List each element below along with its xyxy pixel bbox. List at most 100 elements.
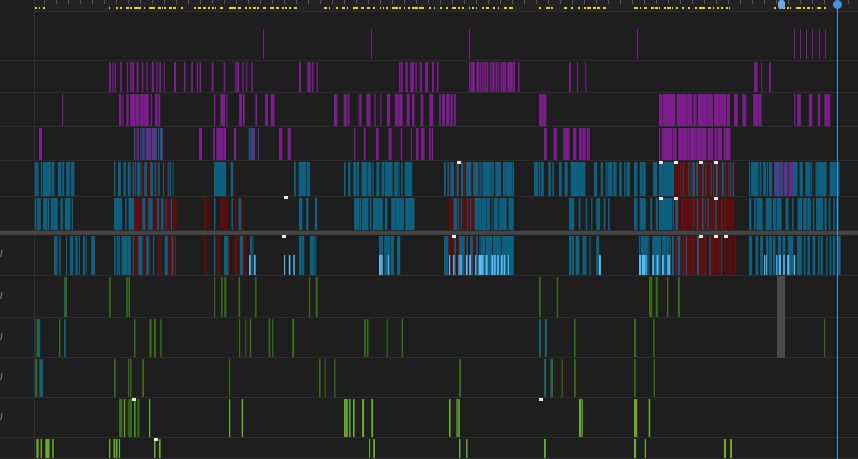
highlight-mark[interactable] bbox=[714, 197, 718, 200]
event-mark[interactable] bbox=[374, 94, 376, 126]
event-mark[interactable] bbox=[488, 198, 490, 230]
event-mark[interactable] bbox=[208, 198, 211, 230]
event-mark[interactable] bbox=[126, 277, 128, 317]
event-mark[interactable] bbox=[686, 236, 690, 275]
highlight-mark[interactable] bbox=[452, 235, 456, 238]
event-mark[interactable] bbox=[648, 236, 650, 275]
event-mark[interactable] bbox=[85, 236, 87, 275]
event-mark[interactable] bbox=[634, 439, 637, 458]
event-mark[interactable] bbox=[774, 162, 776, 196]
event-mark[interactable] bbox=[800, 198, 802, 230]
event-mark[interactable] bbox=[415, 128, 419, 160]
event-mark[interactable] bbox=[760, 236, 763, 275]
event-mark[interactable] bbox=[39, 359, 42, 397]
event-mark[interactable] bbox=[494, 62, 496, 92]
event-mark[interactable] bbox=[649, 277, 651, 317]
event-mark[interactable] bbox=[231, 198, 234, 230]
event-mark[interactable] bbox=[353, 399, 355, 437]
event-mark[interactable] bbox=[65, 277, 67, 317]
event-mark[interactable] bbox=[254, 255, 256, 275]
event-mark[interactable] bbox=[453, 255, 455, 275]
event-mark[interactable] bbox=[479, 198, 482, 230]
event-mark[interactable] bbox=[334, 94, 338, 126]
event-mark[interactable] bbox=[665, 236, 667, 275]
event-mark[interactable] bbox=[772, 236, 776, 275]
event-mark[interactable] bbox=[214, 94, 216, 126]
event-mark[interactable] bbox=[483, 198, 487, 230]
event-mark[interactable] bbox=[497, 255, 499, 275]
event-mark[interactable] bbox=[469, 255, 471, 275]
event-mark[interactable] bbox=[576, 62, 579, 92]
event-mark[interactable] bbox=[450, 94, 453, 126]
event-mark[interactable] bbox=[471, 162, 474, 196]
event-mark[interactable] bbox=[272, 319, 274, 357]
event-mark[interactable] bbox=[44, 162, 48, 196]
event-mark[interactable] bbox=[64, 319, 66, 357]
event-mark[interactable] bbox=[793, 255, 796, 275]
event-mark[interactable] bbox=[807, 198, 811, 230]
event-mark[interactable] bbox=[725, 198, 730, 230]
event-mark[interactable] bbox=[585, 198, 588, 230]
event-mark[interactable] bbox=[637, 29, 638, 59]
event-mark[interactable] bbox=[570, 198, 575, 230]
event-mark[interactable] bbox=[431, 128, 434, 160]
event-mark[interactable] bbox=[353, 162, 357, 196]
event-mark[interactable] bbox=[808, 94, 813, 126]
event-mark[interactable] bbox=[698, 162, 700, 196]
event-mark[interactable] bbox=[815, 162, 818, 196]
event-mark[interactable] bbox=[154, 439, 156, 458]
event-mark[interactable] bbox=[681, 162, 683, 196]
event-mark[interactable] bbox=[214, 277, 216, 317]
event-mark[interactable] bbox=[676, 162, 679, 196]
event-mark[interactable] bbox=[756, 162, 759, 196]
event-mark[interactable] bbox=[109, 439, 111, 458]
event-mark[interactable] bbox=[344, 94, 346, 126]
event-mark[interactable] bbox=[398, 162, 400, 196]
event-mark[interactable] bbox=[605, 162, 607, 196]
event-mark[interactable] bbox=[307, 162, 309, 196]
event-mark[interactable] bbox=[226, 94, 228, 126]
event-mark[interactable] bbox=[249, 319, 252, 357]
scrollbar-thumb[interactable] bbox=[777, 276, 785, 358]
event-mark[interactable] bbox=[812, 198, 815, 230]
event-mark[interactable] bbox=[749, 162, 750, 196]
event-mark[interactable] bbox=[47, 439, 50, 458]
event-mark[interactable] bbox=[666, 198, 670, 230]
event-mark[interactable] bbox=[579, 399, 581, 437]
event-mark[interactable] bbox=[700, 94, 703, 126]
event-mark[interactable] bbox=[664, 198, 667, 230]
event-mark[interactable] bbox=[127, 162, 131, 196]
event-mark[interactable] bbox=[204, 198, 207, 230]
event-mark[interactable] bbox=[173, 236, 176, 275]
event-mark[interactable] bbox=[213, 128, 215, 160]
event-mark[interactable] bbox=[464, 162, 466, 196]
event-mark[interactable] bbox=[510, 62, 512, 92]
event-mark[interactable] bbox=[703, 236, 705, 275]
event-mark[interactable] bbox=[671, 236, 673, 275]
event-mark[interactable] bbox=[134, 162, 136, 196]
event-mark[interactable] bbox=[783, 255, 785, 275]
event-mark[interactable] bbox=[214, 236, 216, 275]
event-mark[interactable] bbox=[480, 62, 482, 92]
event-mark[interactable] bbox=[235, 62, 237, 92]
event-mark[interactable] bbox=[125, 198, 127, 230]
event-mark[interactable] bbox=[643, 255, 646, 275]
event-mark[interactable] bbox=[695, 198, 697, 230]
event-mark[interactable] bbox=[137, 94, 140, 126]
event-mark[interactable] bbox=[469, 62, 470, 92]
event-mark[interactable] bbox=[167, 162, 169, 196]
event-mark[interactable] bbox=[679, 162, 681, 196]
event-mark[interactable] bbox=[324, 359, 326, 397]
event-mark[interactable] bbox=[486, 62, 489, 92]
event-mark[interactable] bbox=[129, 399, 131, 437]
event-mark[interactable] bbox=[411, 162, 413, 196]
event-mark[interactable] bbox=[573, 128, 577, 160]
event-mark[interactable] bbox=[428, 128, 431, 160]
event-mark[interactable] bbox=[116, 236, 119, 275]
event-mark[interactable] bbox=[309, 62, 311, 92]
event-mark[interactable] bbox=[711, 94, 713, 126]
event-mark[interactable] bbox=[694, 128, 697, 160]
event-mark[interactable] bbox=[824, 319, 826, 357]
event-mark[interactable] bbox=[788, 162, 791, 196]
event-mark[interactable] bbox=[119, 94, 122, 126]
